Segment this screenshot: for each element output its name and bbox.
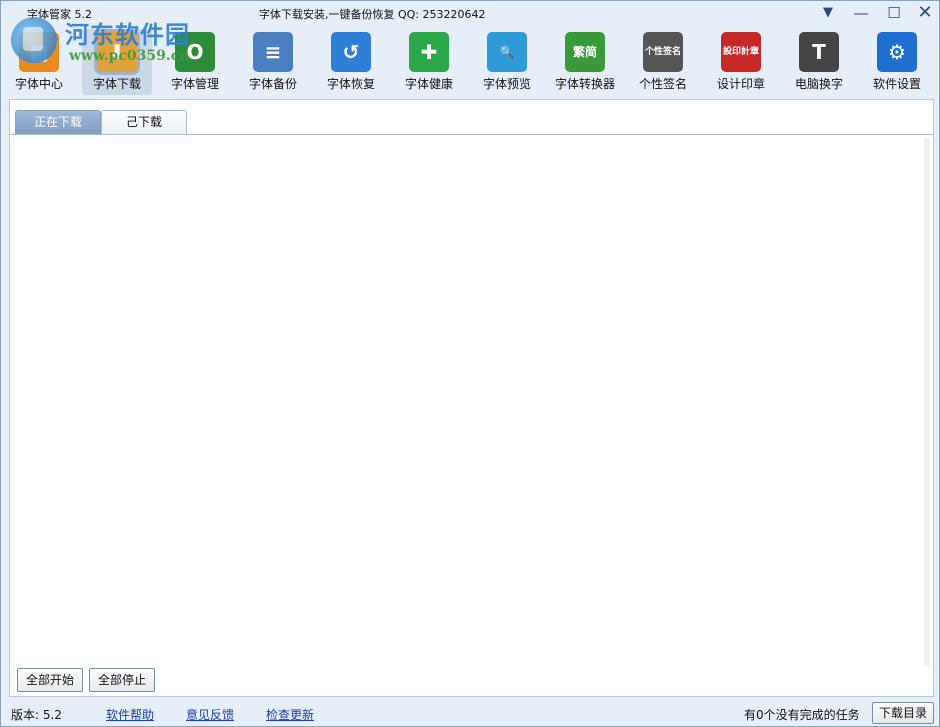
main-window: 字体管家 5.2 字体下载安装,一键备份恢复 QQ: 253220642 ▼ —… [0,0,940,727]
toolbar-item-font-restore[interactable]: ↺ 字体恢复 [316,29,386,95]
stop-all-button[interactable]: 全部停止 [89,668,156,692]
download-panel: 正在下载 己下载 全部开始 全部停止 [9,99,934,697]
toolbar-item-font-preview[interactable]: 🔍 字体预览 [472,29,542,95]
toolbar-label: 设计印章 [716,77,765,91]
main-toolbar: ▦ 字体中心 ⬇ 字体下载 O 字体管理 ≡ 字体备份 ↺ 字体恢复 ✚ 字体健康 🔍 字体预览 繁简字体转… [1,25,939,95]
toolbar-item-font-health[interactable]: ✚ 字体健康 [394,29,464,95]
tab-downloading[interactable]: 正在下载 [15,110,101,134]
toolbar-item-font-converter[interactable]: 繁简 字体转换器 [550,29,620,95]
font-restore-icon: ↺ [331,32,371,72]
font-preview-icon: 🔍 [487,32,527,72]
toolbar-item-settings-gear[interactable]: ⚙ 软件设置 [862,29,932,95]
pending-tasks-text: 有0个没有完成的任务 [744,708,860,722]
font-health-icon: ✚ [409,32,449,72]
minimize-button[interactable]: — [849,3,873,23]
settings-gear-icon: ⚙ [877,32,917,72]
toolbar-label: 个性签名 [638,77,687,91]
font-center-icon: ▦ [19,32,59,72]
download-list[interactable] [15,138,923,666]
font-manage-icon: O [175,32,215,72]
toolbar-item-font-center[interactable]: ▦ 字体中心 [4,29,74,95]
tab-divider [10,134,933,135]
help-link[interactable]: 软件帮助 [106,706,154,723]
tab-downloaded[interactable]: 己下载 [101,110,187,134]
font-converter-icon: 繁简 [565,32,605,72]
toolbar-label: 字体转换器 [554,77,615,91]
computer-font-icon: T [799,32,839,72]
font-backup-icon: ≡ [253,32,293,72]
seal-icon: 設印計章 [721,32,761,72]
toolbar-label: 软件设置 [872,77,921,91]
close-button[interactable]: ✕ [913,3,937,23]
toolbar-label: 电脑换字 [794,77,843,91]
download-directory-button[interactable]: 下载目录 [872,702,935,724]
start-all-button[interactable]: 全部开始 [17,668,84,692]
toolbar-label: 字体恢复 [326,77,375,91]
maximize-button[interactable]: ☐ [882,3,906,23]
signature-icon: 个性签名 [643,32,683,72]
check-update-link[interactable]: 检查更新 [266,706,314,723]
toolbar-item-font-backup[interactable]: ≡ 字体备份 [238,29,308,95]
toolbar-label: 字体备份 [248,77,297,91]
feedback-link[interactable]: 意见反馈 [186,706,234,723]
toolbar-label: 字体中心 [14,77,63,91]
menu-dropdown-icon[interactable]: ▼ [816,3,840,23]
font-download-icon: ⬇ [97,32,137,72]
toolbar-item-computer-font[interactable]: T 电脑换字 [784,29,854,95]
version-label: 版本: 5.2 [11,708,62,722]
toolbar-label: 字体预览 [482,77,531,91]
toolbar-item-seal[interactable]: 設印計章 设计印章 [706,29,776,95]
status-bar: 版本: 5.2 软件帮助 意见反馈 检查更新 有0个没有完成的任务 下载目录 [1,698,939,726]
title-bar: 字体管家 5.2 字体下载安装,一键备份恢复 QQ: 253220642 ▼ —… [1,1,939,25]
toolbar-label: 字体管理 [170,77,219,91]
app-title: 字体管家 5.2 [27,8,92,21]
toolbar-item-font-manage[interactable]: O 字体管理 [160,29,230,95]
toolbar-item-signature[interactable]: 个性签名 个性签名 [628,29,698,95]
toolbar-label: 字体健康 [404,77,453,91]
vertical-scrollbar[interactable] [924,138,930,666]
toolbar-label: 字体下载 [92,77,141,91]
toolbar-item-font-download[interactable]: ⬇ 字体下载 [82,29,152,95]
app-slogan: 字体下载安装,一键备份恢复 QQ: 253220642 [259,8,486,21]
